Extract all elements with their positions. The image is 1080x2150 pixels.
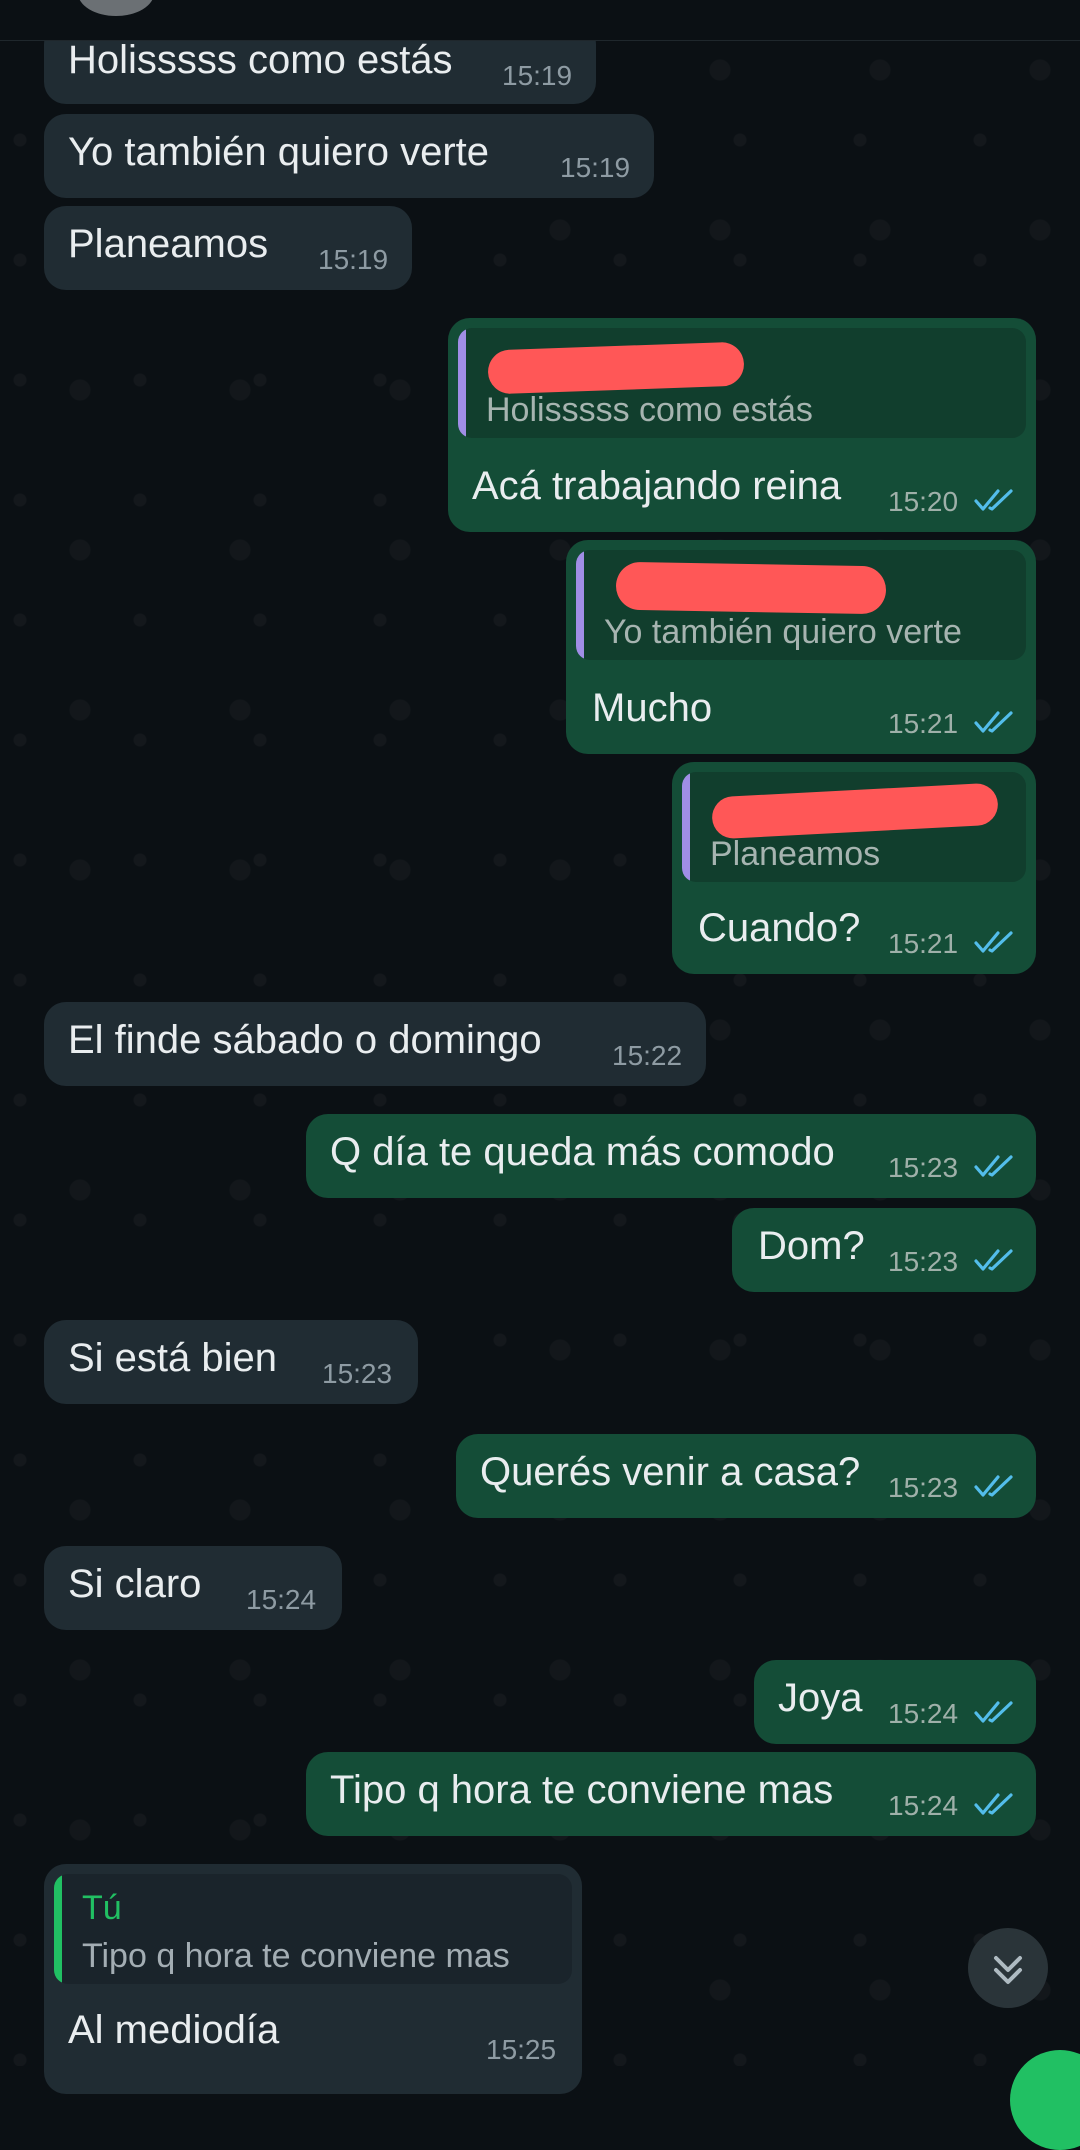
message-time: 15:19 [318,244,389,275]
quote-accent-bar [682,772,690,882]
message-bubble-incoming[interactable]: Yo también quiero verte 15:19 [44,114,654,198]
message-time: 15:20 [888,486,959,517]
message-bubble-outgoing[interactable]: Dom? 15:23 [732,1208,1036,1292]
quote-text: Tipo q hora te conviene mas [82,1937,510,1975]
message-bubble-outgoing[interactable]: Querés venir a casa? 15:23 [456,1434,1036,1518]
message-text: Tipo q hora te conviene mas [330,1768,834,1812]
double-chevron-down-icon [994,1956,1022,1984]
message-time: 15:22 [612,1040,683,1071]
contact-avatar[interactable] [78,0,154,16]
message-text: Mucho [592,686,713,730]
message-bubble-incoming[interactable]: El finde sábado o domingo 15:22 [44,1002,706,1086]
message-text: Holisssss como estás [68,38,453,82]
quote-text: Holisssss como estás [486,391,813,429]
message-time: 15:24 [888,1790,959,1821]
quote-accent-bar [576,550,584,660]
redacted-sender-name [487,341,745,395]
message-time: 15:24 [888,1698,959,1729]
message-text: Si está bien [68,1336,278,1380]
message-text: Acá trabajando reina [472,464,842,508]
redacted-sender-name [711,782,999,840]
message-bubble-incoming[interactable]: Si está bien 15:23 [44,1320,418,1404]
message-text: Yo también quiero verte [68,130,490,174]
action-button[interactable] [1010,2050,1080,2150]
redacted-sender-name [615,561,887,615]
message-text: Q día te queda más comodo [330,1130,835,1174]
message-bubble-outgoing[interactable]: Planeamos Cuando? 15:21 [672,762,1036,974]
quote-sender-name: Tú [82,1889,122,1927]
double-check-icon [974,711,1013,733]
double-check-icon [974,1701,1013,1723]
scroll-to-bottom-button[interactable] [968,1928,1048,2008]
message-time: 15:23 [322,1358,393,1389]
quote-accent-bar [54,1874,62,1984]
message-text: Joya [778,1676,863,1720]
message-bubble-incoming[interactable]: Tú Tipo q hora te conviene mas Al mediod… [44,1864,582,2094]
quoted-message[interactable]: Holisssss como estás [458,328,1026,438]
quote-accent-bar [458,328,466,438]
double-check-icon [974,931,1013,953]
message-time: 15:19 [560,152,631,183]
message-text: Dom? [758,1224,865,1268]
message-time: 15:23 [888,1472,959,1503]
message-text: Al mediodía [68,2008,280,2052]
message-bubble-outgoing[interactable]: Joya 15:24 [754,1660,1036,1744]
message-time: 15:23 [888,1246,959,1277]
quoted-message[interactable]: Planeamos [682,772,1026,882]
message-text: Cuando? [698,906,861,950]
message-time: 15:21 [888,708,959,739]
message-time: 15:25 [486,2034,557,2065]
message-bubble-outgoing[interactable]: Q día te queda más comodo 15:23 [306,1114,1036,1198]
quoted-message[interactable]: Yo también quiero verte [576,550,1026,660]
quoted-message[interactable]: Tú Tipo q hora te conviene mas [54,1874,572,1984]
message-text: Querés venir a casa? [480,1450,861,1494]
message-text: Planeamos [68,222,269,266]
double-check-icon [974,1475,1013,1497]
message-bubble-outgoing[interactable]: Tipo q hora te conviene mas 15:24 [306,1752,1036,1836]
chat-header [0,0,1080,41]
double-check-icon [974,489,1013,511]
message-time: 15:21 [888,928,959,959]
message-text: El finde sábado o domingo [68,1018,542,1062]
message-bubble-incoming[interactable]: Planeamos 15:19 [44,206,412,290]
message-bubble-incoming[interactable]: Si claro 15:24 [44,1546,342,1630]
double-check-icon [974,1249,1013,1271]
message-bubble-outgoing[interactable]: Holisssss como estás Acá trabajando rein… [448,318,1036,532]
message-bubble-outgoing[interactable]: Yo también quiero verte Mucho 15:21 [566,540,1036,754]
quote-text: Yo también quiero verte [604,613,962,651]
double-check-icon [974,1155,1013,1177]
message-time: 15:24 [246,1584,317,1615]
message-time: 15:19 [502,60,573,91]
double-check-icon [974,1793,1013,1815]
message-time: 15:23 [888,1152,959,1183]
quote-text: Planeamos [710,835,881,873]
message-text: Si claro [68,1562,202,1606]
